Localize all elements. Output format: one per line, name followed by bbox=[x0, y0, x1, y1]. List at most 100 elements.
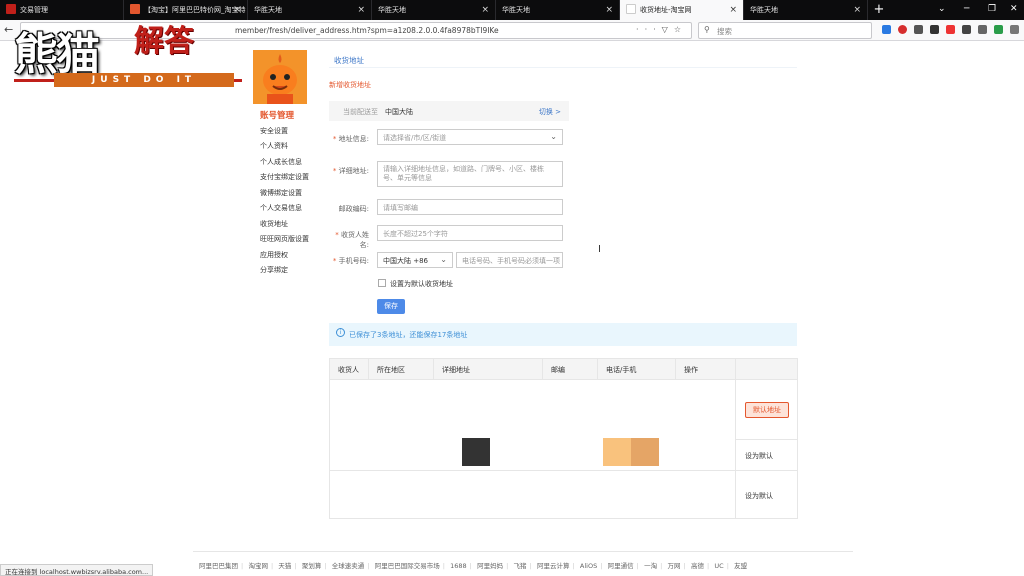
column-divider bbox=[542, 359, 543, 380]
footer-link[interactable]: 万网 bbox=[668, 562, 681, 570]
search-box[interactable]: ⚲ 搜索 bbox=[698, 22, 872, 39]
star-icon[interactable]: ☆ bbox=[674, 25, 687, 34]
watermark-logo: 熊猫 解答 JUST DO IT bbox=[14, 18, 242, 90]
extension-icon[interactable] bbox=[930, 25, 939, 34]
browser-tab[interactable]: 交易管理 bbox=[0, 0, 124, 20]
sidebar-item-alipay[interactable]: 支付宝绑定设置 bbox=[260, 172, 309, 182]
address-label: * 地址信息: bbox=[332, 135, 369, 143]
default-address-badge: 默认地址 bbox=[745, 402, 789, 418]
new-badge-icon[interactable] bbox=[946, 25, 955, 34]
footer-link[interactable]: AliOS bbox=[580, 562, 597, 570]
new-tab-button[interactable]: + bbox=[872, 0, 886, 20]
tab-favicon-icon bbox=[6, 4, 16, 14]
detail-label: * 详细地址: bbox=[332, 167, 369, 175]
phone-region-select[interactable]: 中国大陆 +86 ⌄ bbox=[377, 252, 453, 268]
tab-favicon-icon bbox=[626, 4, 636, 14]
close-icon[interactable]: × bbox=[357, 0, 365, 20]
zip-input[interactable]: 请填写邮编 bbox=[377, 199, 563, 215]
sidebar-item-profile[interactable]: 个人资料 bbox=[260, 141, 288, 151]
sidebar-item-share[interactable]: 分享绑定 bbox=[260, 265, 288, 275]
region-value: 中国大陆 bbox=[385, 108, 413, 116]
column-header: 邮编 bbox=[551, 366, 565, 374]
dropdown-icon[interactable]: ⌄ bbox=[938, 4, 946, 14]
window-controls: ⌄ ─ ❐ ✕ bbox=[924, 0, 1024, 20]
region-row: 当前配送至 中国大陆 切换 > bbox=[329, 101, 569, 121]
column-header: 详细地址 bbox=[442, 366, 470, 374]
extension-icon[interactable] bbox=[962, 25, 971, 34]
avatar[interactable] bbox=[253, 50, 307, 104]
footer-link[interactable]: 阿里妈妈 bbox=[477, 562, 503, 570]
footer-link[interactable]: 阿里巴巴国际交易市场 bbox=[375, 562, 440, 570]
phone-input[interactable]: 电话号码、手机号码必须填一项 bbox=[456, 252, 563, 268]
back-arrow-icon[interactable]: ← bbox=[4, 23, 13, 36]
column-divider bbox=[675, 359, 676, 380]
sidebar-item-growth[interactable]: 个人成长信息 bbox=[260, 157, 302, 167]
row-divider bbox=[330, 470, 797, 471]
footer-link[interactable]: 聚划算 bbox=[302, 562, 322, 570]
sidebar-item-address[interactable]: 收货地址 bbox=[260, 219, 288, 229]
detail-address-input[interactable]: 请输入详细地址信息，如道路、门牌号、小区、楼栋号、单元等信息 bbox=[377, 161, 563, 187]
row-divider bbox=[735, 439, 797, 440]
footer-link[interactable]: 飞猪 bbox=[514, 562, 527, 570]
set-default-link[interactable]: 设为默认 bbox=[745, 491, 773, 501]
browser-tab-active[interactable]: 收货地址-淘宝网 × bbox=[620, 0, 744, 20]
save-button[interactable]: 保存 bbox=[377, 299, 405, 314]
address-select[interactable]: 请选择省/市/区/街道 ⌄ bbox=[377, 129, 563, 145]
footer-link[interactable]: 阿里通信 bbox=[608, 562, 634, 570]
sidebar-item-wangwang[interactable]: 旺旺网页版设置 bbox=[260, 234, 309, 244]
browser-tab[interactable]: 华胜天地 × bbox=[248, 0, 372, 20]
maximize-icon[interactable]: ❐ bbox=[988, 4, 996, 14]
close-icon[interactable]: × bbox=[233, 0, 241, 20]
redacted-block bbox=[603, 438, 659, 466]
browser-tab[interactable]: 华胜天地 × bbox=[372, 0, 496, 20]
footer-link[interactable]: 天猫 bbox=[278, 562, 291, 570]
search-placeholder: 搜索 bbox=[717, 27, 732, 36]
set-default-link[interactable]: 设为默认 bbox=[745, 451, 773, 461]
region-switch-link[interactable]: 切换 > bbox=[539, 107, 561, 117]
table-header: 收货人 所在地区 详细地址 邮编 电话/手机 操作 bbox=[330, 359, 797, 380]
extension-icon[interactable] bbox=[994, 25, 1003, 34]
footer-link[interactable]: 阿里云计算 bbox=[537, 562, 570, 570]
info-text: 已保存了3条地址，还能保存17条地址 bbox=[349, 331, 468, 339]
tab-favicon-icon bbox=[130, 4, 140, 14]
pocket-icon[interactable]: ▽ bbox=[662, 25, 674, 34]
footer-link[interactable]: 一淘 bbox=[644, 562, 657, 570]
sidebar-title: 账号管理 bbox=[260, 111, 295, 121]
title-divider bbox=[329, 67, 797, 68]
footer-link[interactable]: 阿里巴巴集团 bbox=[199, 562, 238, 570]
sidebar-item-app-auth[interactable]: 应用授权 bbox=[260, 250, 288, 260]
phone-label: * 手机号码: bbox=[332, 257, 369, 265]
default-address-checkbox[interactable] bbox=[378, 279, 386, 287]
column-header: 收货人 bbox=[338, 366, 359, 374]
footer-link[interactable]: 1688 bbox=[450, 562, 467, 570]
close-icon[interactable]: × bbox=[729, 0, 737, 20]
footer-link[interactable]: 友盟 bbox=[734, 562, 747, 570]
more-icon[interactable]: ··· bbox=[636, 25, 662, 34]
adblock-icon[interactable] bbox=[898, 25, 907, 34]
footer-link[interactable]: UC bbox=[714, 562, 723, 570]
footer-link[interactable]: 全球速卖通 bbox=[332, 562, 365, 570]
close-icon[interactable]: × bbox=[605, 0, 613, 20]
url-text: member/fresh/deliver_address.htm?spm=a1z… bbox=[235, 26, 499, 35]
address-table: 收货人 所在地区 详细地址 邮编 电话/手机 操作 默认地址 设为默认 设为默认 bbox=[329, 358, 798, 519]
column-divider bbox=[433, 359, 434, 380]
close-window-icon[interactable]: ✕ bbox=[1010, 4, 1018, 14]
name-input[interactable]: 长度不超过25个字符 bbox=[377, 225, 563, 241]
download-icon[interactable] bbox=[882, 25, 891, 34]
browser-tab[interactable]: 华胜天地 × bbox=[496, 0, 620, 20]
sidebar-item-security[interactable]: 安全设置 bbox=[260, 126, 288, 136]
footer-link[interactable]: 高德 bbox=[691, 562, 704, 570]
close-icon[interactable]: × bbox=[481, 0, 489, 20]
extension-icon[interactable] bbox=[914, 25, 923, 34]
footer-link[interactable]: 淘宝网 bbox=[248, 562, 268, 570]
browser-tab[interactable]: 华胜天地 × bbox=[744, 0, 868, 20]
default-address-label[interactable]: 设置为默认收货地址 bbox=[390, 279, 453, 289]
toolbar-icons bbox=[882, 25, 1024, 37]
sidebar-item-weibo[interactable]: 微博绑定设置 bbox=[260, 188, 302, 198]
minimize-icon[interactable]: ─ bbox=[964, 4, 969, 14]
extension-icon[interactable] bbox=[978, 25, 987, 34]
close-icon[interactable]: × bbox=[853, 0, 861, 20]
menu-icon[interactable] bbox=[1010, 25, 1019, 34]
sidebar-item-trade-info[interactable]: 个人交易信息 bbox=[260, 203, 302, 213]
column-header: 电话/手机 bbox=[606, 366, 637, 374]
